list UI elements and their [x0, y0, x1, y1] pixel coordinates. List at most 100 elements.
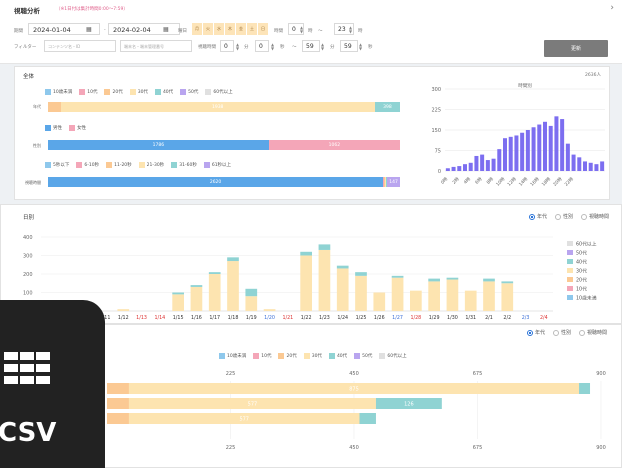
duration-to-min-input[interactable]: 59: [302, 40, 320, 52]
radio-label: 性別: [562, 214, 573, 220]
segment-value-label: 126: [404, 402, 414, 408]
spinner-arrows-icon[interactable]: ▲ ▼: [236, 43, 239, 51]
age-legend-item: 10代: [79, 89, 97, 95]
gender-row-label: 性別: [33, 143, 41, 148]
legend-label: 60代以上: [576, 241, 597, 248]
content-search-input[interactable]: コンテンツ名・ID: [44, 40, 116, 52]
legend-label: 40代: [162, 90, 174, 95]
segment-value-label: 577: [239, 417, 249, 423]
radio-dot-icon[interactable]: [526, 329, 533, 336]
legend-label: 10代: [576, 286, 587, 293]
duration-from-sec-input[interactable]: 0: [255, 40, 269, 52]
bar-segment: 147: [387, 177, 400, 187]
legend-label: 60代以上: [213, 90, 233, 95]
content-radio[interactable]: 年代: [526, 329, 545, 336]
overall-title: 全体: [23, 74, 35, 80]
x-tick-label-top: 450: [349, 371, 359, 377]
legend-swatch: [154, 89, 161, 95]
radio-dot-icon[interactable]: [580, 213, 587, 220]
spinner-arrows-icon[interactable]: ▲ ▼: [359, 43, 362, 51]
daily-bar-40s: [446, 277, 459, 280]
radio-dot-icon[interactable]: [578, 329, 585, 336]
weekday-toggle-0[interactable]: 月: [192, 23, 202, 35]
daily-bar-40s: [336, 265, 349, 269]
legend-label: 31-60秒: [179, 163, 197, 168]
content-bar-segment: [359, 413, 376, 424]
radio-dot-icon[interactable]: [528, 213, 535, 220]
spinner-arrows-icon[interactable]: ▲ ▼: [300, 26, 303, 34]
date-label: 2/1: [485, 315, 493, 321]
hourly-bar: [548, 125, 553, 171]
gender-legend-item: 女性: [69, 125, 86, 131]
content-radio[interactable]: 視聴時間: [578, 329, 607, 336]
spinner-arrows-icon[interactable]: ▲ ▼: [271, 43, 274, 51]
date-label: 1/23: [319, 315, 330, 321]
date-label: 1/25: [356, 315, 367, 321]
daily-bar-30s: [172, 294, 184, 311]
weekday-toggle-6[interactable]: 日: [258, 23, 268, 35]
date-label: 1/13: [136, 315, 147, 321]
weekday-toggle-2[interactable]: 水: [214, 23, 224, 35]
date-label: 1/14: [154, 315, 165, 321]
chevron-right-icon[interactable]: ›: [610, 3, 614, 13]
content-legend-item: 10歳未満: [219, 353, 246, 359]
time-label: 時間: [274, 29, 283, 34]
daily-radio[interactable]: 年代: [528, 213, 547, 220]
age-legend-item: 30代: [129, 89, 148, 95]
y-tick-label: 0: [438, 169, 441, 175]
legend-swatch: [379, 353, 386, 359]
overall-total: 2636人: [585, 73, 601, 78]
time-separator: 〜: [318, 29, 323, 34]
weekday-toggle-4[interactable]: 金: [236, 23, 246, 35]
daily-bar-30s: [263, 309, 276, 311]
daily-radio[interactable]: 性別: [554, 213, 573, 220]
hourly-bar: [491, 158, 496, 171]
daily-bar-30s: [227, 261, 239, 311]
update-button[interactable]: 更新: [544, 40, 608, 57]
spinner-arrows-icon[interactable]: ▲ ▼: [349, 26, 352, 34]
x-tick-label-bottom: 675: [473, 445, 483, 451]
age-legend-item: 10歳未満: [45, 89, 72, 95]
age-legend-item: 60代以上: [205, 89, 233, 95]
calendar-icon[interactable]: ▦: [86, 26, 92, 33]
daily-bar-40s: [391, 275, 404, 278]
date-label: 1/22: [301, 315, 312, 321]
duration-separator: 〜: [292, 45, 297, 50]
x-tick-label: 22時: [564, 176, 576, 188]
calendar-icon[interactable]: ▦: [163, 26, 169, 33]
hourly-bar: [508, 136, 513, 171]
legend-swatch: [253, 353, 260, 359]
spinner-arrows-icon[interactable]: ▲ ▼: [321, 43, 324, 51]
minute-unit: 分: [244, 45, 249, 50]
terminal-search-input[interactable]: 端末名・端末管理番号: [120, 40, 192, 52]
daily-bar-30s: [355, 275, 367, 311]
radio-dot-icon[interactable]: [554, 213, 561, 220]
hourly-bar: [554, 116, 559, 171]
weekday-toggle-5[interactable]: 土: [247, 23, 257, 35]
radio-dot-icon[interactable]: [552, 329, 559, 336]
gender-legend: 男性 女性: [45, 125, 93, 131]
content-radio[interactable]: 性別: [552, 329, 571, 336]
x-tick-label-top: 225: [226, 371, 236, 377]
duration-to-sec-input[interactable]: 59: [340, 40, 358, 52]
daily-bar-30s: [245, 296, 258, 311]
gender-bar: 1786 1062: [48, 140, 400, 150]
x-tick-label: 20時: [552, 176, 564, 188]
weekday-toggle-1[interactable]: 火: [203, 23, 213, 35]
legend-swatch: [104, 89, 111, 95]
daily-radio[interactable]: 視聴時間: [580, 213, 609, 220]
y-tick-label: 300: [23, 254, 33, 260]
legend-label: 6-10秒: [84, 163, 100, 168]
weekday-toggle-3[interactable]: 木: [225, 23, 235, 35]
date-label: 1/17: [209, 315, 220, 321]
daily-bar-40s: [483, 278, 495, 282]
duration-from-min-input[interactable]: 0: [220, 40, 234, 52]
hourly-chart-title: 時間別: [518, 82, 532, 89]
duration-legend: 5秒以下 6-10秒 11-20秒 21-30秒 31-60秒 61秒以上: [45, 162, 238, 168]
legend-label: 20代: [286, 354, 297, 359]
content-legend-item: 30代: [303, 353, 322, 359]
date-to-input[interactable]: 2024-02-04: [108, 23, 180, 35]
x-tick-label: 6時: [474, 176, 484, 186]
x-tick-label-top: 900: [596, 371, 606, 377]
daily-bar-40s: [355, 272, 367, 276]
